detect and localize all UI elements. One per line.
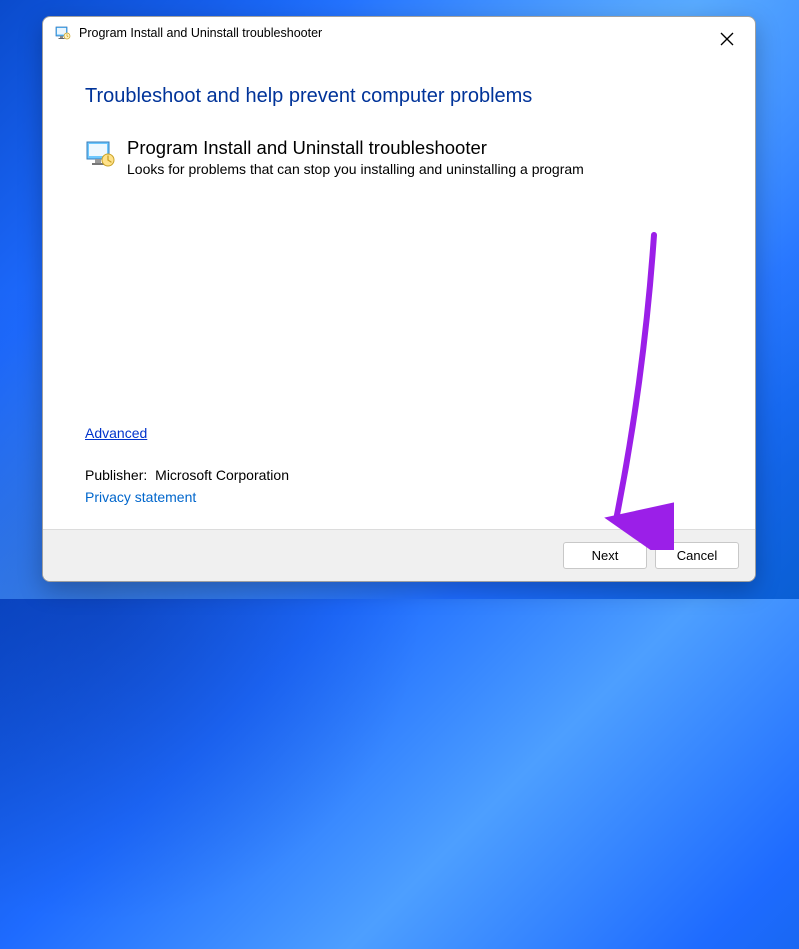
publisher-name: Microsoft Corporation (155, 467, 289, 483)
program-title: Program Install and Uninstall troublesho… (127, 136, 584, 159)
program-text: Program Install and Uninstall troublesho… (127, 136, 584, 177)
publisher-label: Publisher: (85, 467, 147, 483)
dialog-footer: Next Cancel (43, 529, 755, 581)
troubleshooter-dialog: Program Install and Uninstall troublesho… (42, 16, 756, 582)
close-button[interactable] (713, 25, 741, 53)
program-row: Program Install and Uninstall troublesho… (85, 136, 713, 177)
privacy-statement-link[interactable]: Privacy statement (85, 489, 196, 505)
close-icon (720, 32, 734, 46)
advanced-link[interactable]: Advanced (85, 425, 147, 441)
cancel-button[interactable]: Cancel (655, 542, 739, 569)
troubleshooter-icon (55, 25, 71, 41)
dialog-content: Troubleshoot and help prevent computer p… (43, 45, 755, 529)
titlebar: Program Install and Uninstall troublesho… (43, 17, 755, 45)
page-heading: Troubleshoot and help prevent computer p… (85, 85, 713, 108)
publisher-row: Publisher: Microsoft Corporation (85, 467, 713, 483)
program-icon (85, 138, 117, 170)
program-description: Looks for problems that can stop you ins… (127, 161, 584, 177)
next-button[interactable]: Next (563, 542, 647, 569)
titlebar-text: Program Install and Uninstall troublesho… (79, 26, 322, 40)
